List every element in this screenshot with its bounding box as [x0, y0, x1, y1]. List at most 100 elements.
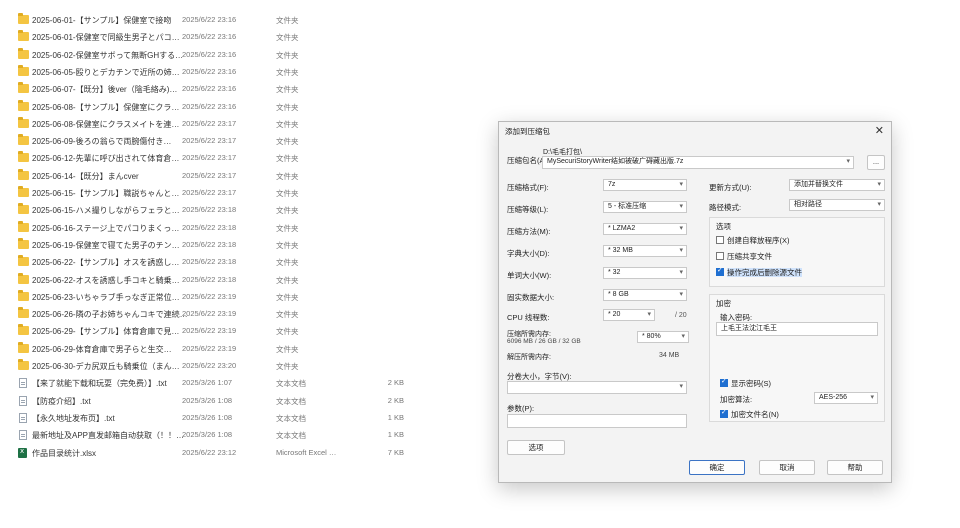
cancel-button[interactable]: 取消: [759, 460, 815, 475]
encrypt-filenames-checkbox[interactable]: 加密文件名(N): [720, 408, 779, 420]
chevron-down-icon: ▾: [679, 225, 683, 232]
chevron-down-icon: ▾: [870, 394, 874, 401]
path-mode-select[interactable]: 相对路径 ▾: [789, 199, 885, 211]
file-date: 2025/6/22 23:16: [182, 49, 237, 59]
file-row[interactable]: 2025-06-29-体育倉庫で男子らと生交… 2025/6/22 23:19 文件…: [14, 341, 434, 358]
update-mode-label: 更新方式(U):: [709, 183, 752, 192]
file-row[interactable]: 2025-06-30-デカ尻双丘も騎乗位（まん… 2025/6/22 23:20 文…: [14, 358, 434, 375]
file-row[interactable]: 2025-06-19-保健室で寝てた男子のチン… 2025/6/22 23:18 文…: [14, 237, 434, 254]
level-select[interactable]: 5 - 标准压缩 ▾: [603, 201, 687, 213]
path-mode-label: 路径模式:: [709, 203, 742, 212]
ok-button[interactable]: 确定: [689, 460, 745, 475]
cpu-threads-value: * 20: [608, 311, 621, 318]
file-date: 2025/6/22 23:20: [182, 361, 237, 370]
file-row[interactable]: 【来了就能下载和玩耍（完免费）】.txt 2025/3/26 1:07 文本文档 2 …: [14, 375, 434, 392]
file-row[interactable]: 2025-06-08-【サンプル】保健室にクラ… 2025/6/22 23:16 文…: [14, 99, 434, 116]
folder-icon: [18, 64, 29, 76]
file-date: 2025/3/26 1:07: [182, 378, 233, 388]
file-name: 2025-06-30-デカ尻双丘も騎乗位（まん…: [32, 362, 180, 371]
delete-after-checkbox[interactable]: 操作完成后删除源文件: [716, 266, 802, 278]
file-row[interactable]: 2025-06-23-いちゃラブ手っなぎ正常位… 2025/6/22 23:19 文…: [14, 289, 434, 306]
file-row[interactable]: 【防疫介绍】.txt 2025/3/26 1:08 文本文档 2 KB: [14, 393, 434, 410]
chevron-down-icon: ▾: [679, 291, 683, 298]
file-name: 2025-06-22-オスを誘惑し手コキと騎乗…: [32, 275, 180, 285]
file-list: 2025-06-01-【サンプル】保健室で接吻 2025/6/22 23:16 文件…: [0, 0, 490, 528]
folder-icon: [18, 82, 29, 94]
archive-name-combobox[interactable]: MySecuriStoryWriter结如被破广碍藏出版.7z ▾: [542, 156, 854, 169]
file-row[interactable]: 2025-06-07-【既分】後ver（陰毛絡み)… 2025/6/22 23:1…: [14, 81, 434, 98]
format-label: 压缩格式(F):: [507, 183, 549, 192]
chevron-down-icon: ▾: [679, 383, 683, 390]
file-date: 2025/6/22 23:16: [182, 84, 237, 94]
solid-size-select[interactable]: * 8 GB ▾: [603, 289, 687, 301]
file-name: 2025-06-29-体育倉庫で男子らと生交…: [32, 344, 172, 354]
file-row[interactable]: 2025-06-22-オスを誘惑し手コキと騎乗… 2025/6/22 23:18 文…: [14, 272, 434, 289]
encryption-group-title: 加密: [716, 299, 731, 308]
file-date: 2025/3/26 1:08: [182, 395, 233, 405]
browse-button[interactable]: ...: [867, 155, 885, 170]
file-name: 2025-06-29-【サンプル】体育倉庫で見…: [32, 327, 180, 337]
file-date: 2025/6/22 23:18: [182, 205, 237, 215]
file-row[interactable]: 2025-06-12-先輩に呼び出されて体育倉… 2025/6/22 23:17 文…: [14, 150, 434, 167]
file-row[interactable]: 2025-06-02-保健室サボって無断GHする… 2025/6/22 23:16…: [14, 47, 434, 64]
file-row[interactable]: 2025-06-22-【サンプル】オスを誘惑し… 2025/6/22 23:18 文…: [14, 254, 434, 271]
file-row[interactable]: 2025-06-16-ステージ上でパコりまくっ… 2025/6/22 23:18 文…: [14, 220, 434, 237]
update-mode-select[interactable]: 添加并替换文件 ▾: [789, 179, 885, 191]
create-sfx-checkbox[interactable]: 创建自释放程序(X): [716, 235, 790, 246]
format-value: 7z: [608, 181, 616, 188]
decompress-memory-label: 解压所需内存:: [507, 354, 551, 361]
method-select[interactable]: * LZMA2 ▾: [603, 223, 687, 235]
file-row[interactable]: 2025-06-09-後ろの翁らで両腕傷付き… 2025/6/22 23:17 文件…: [14, 133, 434, 150]
file-row[interactable]: 2025-06-15-ハメ撮りしながらフェラと… 2025/6/22 23:18 文…: [14, 202, 434, 219]
file-name: 【来了就能下载和玩耍（完免费）】.txt: [32, 379, 167, 389]
dialog-title: 添加到压缩包: [505, 127, 550, 136]
file-row[interactable]: 2025-06-14-【既分】まんcver 2025/6/22 23:17 文件夹: [14, 168, 434, 185]
file-row[interactable]: 2025-06-29-【サンプル】体育倉庫で見… 2025/6/22 23:19 文…: [14, 323, 434, 340]
file-row[interactable]: 2025-06-05-殴りとデカチンで近所の姉… 2025/6/22 23:16 文…: [14, 64, 434, 81]
file-size: 7 KB: [387, 447, 404, 457]
format-select[interactable]: 7z ▾: [603, 179, 687, 191]
file-name: 2025-06-08-【サンプル】保健室にクラ…: [32, 102, 180, 112]
checkbox-icon: [716, 236, 724, 244]
file-row[interactable]: 2025-06-15-【サンプル】職説ちゃんと… 2025/6/22 23:17 文…: [14, 185, 434, 202]
encryption-method-label: 加密算法:: [720, 395, 753, 404]
memory-usage-select[interactable]: * 80% ▾: [637, 331, 689, 343]
file-date: 2025/6/22 23:19: [182, 309, 237, 319]
word-size-select[interactable]: * 32 ▾: [603, 267, 687, 279]
close-icon[interactable]: ✕: [875, 124, 884, 137]
file-date: 2025/6/22 23:16: [182, 66, 237, 76]
file-type: 文件夹: [276, 33, 299, 43]
parameters-input[interactable]: [507, 414, 687, 428]
folder-icon: [18, 13, 29, 24]
split-size-combobox[interactable]: ▾: [507, 381, 687, 394]
help-button[interactable]: 帮助: [827, 460, 883, 475]
file-name: 【防疫介绍】.txt: [32, 396, 91, 406]
file-date: 2025/6/22 23:18: [182, 274, 237, 284]
dict-size-select[interactable]: * 32 MB ▾: [603, 245, 687, 257]
encryption-method-value: AES-256: [819, 394, 848, 401]
encryption-method-select[interactable]: AES-256 ▾: [814, 392, 878, 404]
file-name: 2025-06-09-後ろの翁らで両腕傷付き…: [32, 137, 172, 147]
file-type: 文件夹: [276, 292, 299, 302]
folder-icon: [18, 99, 29, 111]
show-password-checkbox[interactable]: 显示密码(S): [720, 377, 771, 389]
folder-icon: [18, 324, 29, 336]
file-row[interactable]: 2025-06-08-保健室にクラスメイトを連… 2025/6/22 23:17 文…: [14, 116, 434, 133]
options-group-title: 选项: [716, 222, 731, 231]
options-button[interactable]: 选项: [507, 440, 565, 455]
cpu-threads-total: / 20: [675, 312, 687, 319]
text-file-icon: [19, 395, 27, 406]
file-row[interactable]: 2025-06-01-保健室で同級生男子とパコ… 2025/6/22 23:16 文…: [14, 29, 434, 46]
file-row[interactable]: 2025-06-26-隣の子お姉ちゃんコキで連続… 2025/6/22 23:19…: [14, 306, 434, 323]
compress-shared-checkbox[interactable]: 压缩共享文件: [716, 251, 772, 262]
file-row[interactable]: 最新地址及APP直发邮箱自动获取（！！… 2025/3/26 1:08 文本文档 1 …: [14, 427, 434, 444]
file-name: 2025-06-01-保健室で同級生男子とパコ…: [32, 33, 180, 43]
file-name: 2025-06-15-ハメ撮りしながらフェラと…: [32, 206, 180, 216]
file-row[interactable]: 作品目录统计.xlsx 2025/6/22 23:12 Microsoft Exce…: [14, 445, 434, 462]
password-input[interactable]: 上毛王法沈江毛王: [716, 322, 878, 336]
file-row[interactable]: 【永久地址发布页】.txt 2025/3/26 1:08 文本文档 1 KB: [14, 410, 434, 427]
cpu-threads-select[interactable]: * 20 ▾: [603, 309, 655, 321]
update-mode-value: 添加并替换文件: [794, 181, 843, 188]
word-size-value: * 32: [608, 269, 621, 276]
file-row[interactable]: 2025-06-01-【サンプル】保健室で接吻 2025/6/22 23:16 文件…: [14, 12, 434, 29]
